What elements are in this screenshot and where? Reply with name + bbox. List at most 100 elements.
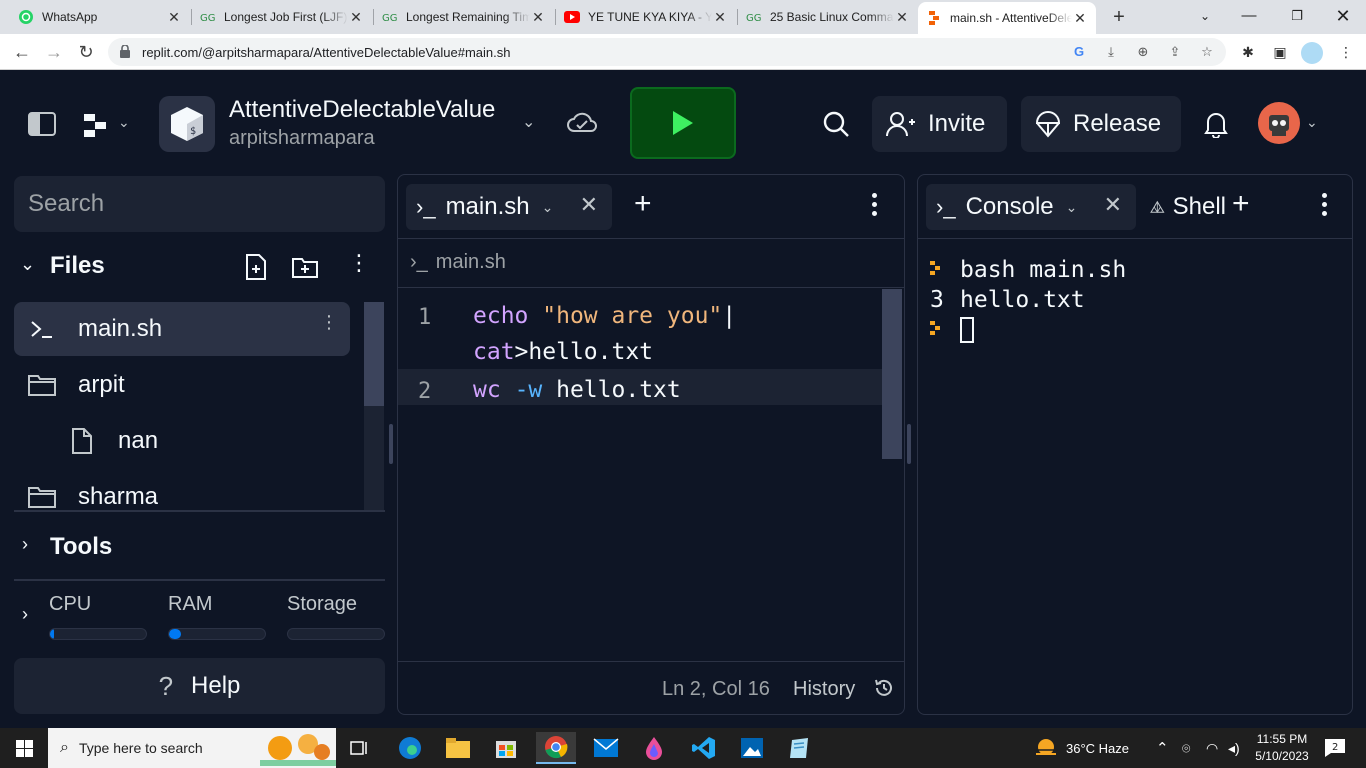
avatar[interactable] (1258, 102, 1300, 144)
file-item-nan[interactable]: nan (14, 414, 350, 468)
chevron-down-icon[interactable]: ⌄ (542, 199, 554, 216)
add-tab-button[interactable]: + (1232, 189, 1250, 219)
task-view-icon[interactable] (340, 732, 380, 764)
file-menu-icon[interactable]: ⋮ (320, 313, 338, 331)
chevron-down-icon[interactable]: ⌄ (522, 112, 535, 132)
files-menu-icon[interactable]: ⋮ (348, 252, 370, 274)
browser-tab-lrtf[interactable]: GG Longest Remaining Time ✕ (374, 2, 554, 32)
resize-handle[interactable] (389, 424, 393, 464)
mail-icon[interactable] (586, 732, 626, 764)
repl-name[interactable]: AttentiveDelectableValue (229, 96, 495, 124)
browser-tab-ljf[interactable]: GG Longest Job First (LJF) ✕ (192, 2, 372, 32)
search-icon[interactable] (822, 110, 850, 138)
paint-icon[interactable] (634, 732, 674, 764)
chrome-icon[interactable] (536, 732, 576, 764)
chevron-down-icon[interactable]: ⌄ (1306, 114, 1318, 131)
close-icon[interactable]: ✕ (580, 192, 598, 218)
extensions-icon[interactable]: ✱ (1238, 42, 1258, 62)
camera-icon[interactable]: ⌾ (1182, 728, 1190, 768)
console-tab[interactable]: ›_ Console ⌄ ✕ (926, 184, 1136, 230)
side-panel-icon[interactable]: ▣ (1270, 42, 1290, 62)
notification-icon[interactable]: 2 (1324, 738, 1346, 758)
reload-icon[interactable]: ↻ (74, 40, 98, 64)
close-tab-icon[interactable]: ✕ (348, 9, 364, 26)
history-button[interactable]: History (793, 678, 855, 701)
console-output[interactable]: bash main.sh 3 hello.txt (930, 255, 1126, 345)
system-clock[interactable]: 11:55 PM 5/10/2023 (1250, 731, 1314, 765)
breadcrumb[interactable]: ›_ main.sh (410, 251, 506, 274)
run-button[interactable] (630, 87, 736, 159)
store-icon[interactable] (486, 732, 526, 764)
browser-profile-icon[interactable] (1301, 42, 1323, 64)
browser-tab-linux[interactable]: GG 25 Basic Linux Commands ✕ (738, 2, 918, 32)
resize-handle[interactable] (907, 424, 911, 464)
replit-logo[interactable] (84, 114, 108, 138)
wifi-icon[interactable]: ◠ (1206, 728, 1218, 768)
volume-icon[interactable]: ◂) (1228, 728, 1240, 768)
bookmark-star-icon[interactable]: ☆ (1198, 43, 1216, 61)
browser-tab-youtube[interactable]: YE TUNE KYA KIYA - YouTube ✕ (556, 2, 736, 32)
chevron-right-icon[interactable]: › (22, 534, 28, 555)
file-tree-scrollbar[interactable] (364, 302, 384, 510)
chevron-right-icon[interactable]: › (22, 604, 28, 625)
edge-icon[interactable] (390, 732, 430, 764)
close-tab-icon[interactable]: ✕ (894, 9, 910, 26)
restore-button[interactable]: ❐ (1282, 4, 1312, 28)
files-section-header[interactable]: ⌄ Files ⋮ (14, 244, 385, 290)
notepad-icon[interactable] (780, 732, 820, 764)
file-item-sharma[interactable]: sharma (14, 470, 350, 510)
history-icon[interactable] (874, 678, 894, 698)
close-tab-icon[interactable]: ✕ (166, 9, 182, 26)
tools-section-header[interactable]: › Tools (14, 524, 385, 570)
help-button[interactable]: ? Help (14, 658, 385, 714)
bell-icon[interactable] (1203, 110, 1229, 138)
tab-search-icon[interactable]: ⌄ (1190, 4, 1220, 28)
new-folder-icon[interactable] (291, 254, 319, 280)
code-token: echo (473, 303, 529, 329)
browser-menu-icon[interactable]: ⋮ (1336, 42, 1356, 62)
add-tab-button[interactable]: + (634, 189, 652, 219)
forward-icon[interactable]: → (42, 40, 66, 64)
photos-icon[interactable] (732, 732, 772, 764)
back-icon[interactable]: ← (10, 40, 34, 64)
browser-tab-replit[interactable]: main.sh - AttentiveDelectableValue ✕ (918, 2, 1096, 34)
file-explorer-icon[interactable] (438, 732, 478, 764)
editor-tab-main-sh[interactable]: ›_ main.sh ⌄ ✕ (406, 184, 612, 230)
windows-start-icon[interactable] (16, 740, 33, 757)
pane-menu-icon[interactable] (1318, 193, 1332, 220)
install-icon[interactable]: ⤓ (1102, 43, 1120, 61)
cloud-check-icon[interactable] (567, 111, 597, 135)
pane-menu-icon[interactable] (868, 193, 882, 220)
close-window-button[interactable]: ✕ (1328, 4, 1358, 28)
sidebar-search-input[interactable]: Search (14, 176, 385, 232)
google-icon[interactable]: G (1070, 43, 1088, 61)
close-icon[interactable]: ✕ (1104, 192, 1122, 218)
chevron-down-icon[interactable]: ⌄ (118, 114, 130, 131)
minimize-button[interactable]: — (1234, 4, 1264, 28)
close-tab-icon[interactable]: ✕ (712, 9, 728, 26)
chevron-down-icon[interactable]: ⌄ (20, 254, 35, 275)
weather-widget[interactable]: 36°C Haze (1034, 728, 1129, 768)
invite-button[interactable]: Invite (872, 96, 1007, 152)
show-hidden-icons-icon[interactable]: ⌃ (1156, 728, 1169, 768)
cursor-position[interactable]: Ln 2, Col 16 (662, 678, 770, 701)
scrollbar-thumb[interactable] (364, 302, 384, 406)
new-tab-button[interactable]: + (1108, 6, 1130, 28)
address-input[interactable]: replit.com/@arpitsharmapara/AttentiveDel… (108, 38, 1226, 66)
browser-tab-whatsapp[interactable]: WhatsApp ✕ (10, 2, 190, 32)
close-tab-icon[interactable]: ✕ (530, 9, 546, 26)
file-item-main-sh[interactable]: main.sh ⋮ (14, 302, 350, 356)
sidebar-toggle-icon[interactable] (28, 112, 56, 136)
chevron-down-icon[interactable]: ⌄ (1066, 199, 1078, 216)
help-icon: ? (158, 670, 174, 701)
vscode-icon[interactable] (684, 732, 724, 764)
close-tab-icon[interactable]: ✕ (1072, 10, 1088, 27)
repl-owner[interactable]: arpitsharmapara (229, 127, 375, 150)
new-file-icon[interactable] (244, 254, 268, 280)
zoom-icon[interactable]: ⊕ (1134, 43, 1152, 61)
release-button[interactable]: Release (1021, 96, 1181, 152)
file-item-arpit[interactable]: arpit (14, 358, 350, 412)
editor-scrollbar[interactable] (882, 289, 902, 459)
share-icon[interactable]: ⇪ (1166, 43, 1184, 61)
shell-tab[interactable]: Shell (1150, 193, 1226, 221)
